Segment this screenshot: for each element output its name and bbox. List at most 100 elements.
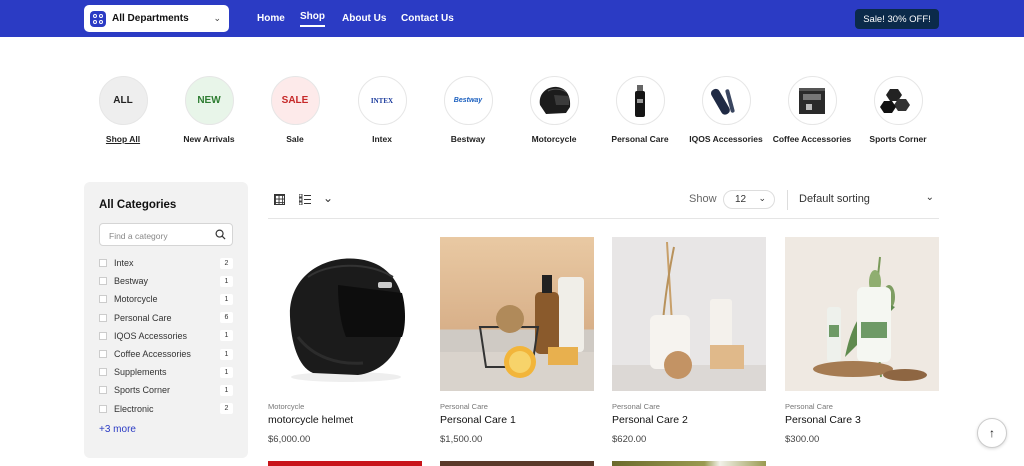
category-label: Coffee Accessories	[772, 134, 852, 144]
category-shop-all[interactable]: ALL Shop All	[78, 76, 168, 145]
category-coffee-accessories[interactable]: Coffee Accessories	[767, 76, 857, 145]
chevron-down-icon: ⌄	[213, 13, 221, 23]
nav-contact-us[interactable]: Contact Us	[401, 13, 454, 24]
chevron-down-icon[interactable]: ⌄	[323, 191, 333, 205]
category-label: New Arrivals	[183, 134, 235, 144]
all-departments-dropdown[interactable]: All Departments ⌄	[84, 5, 229, 32]
list-item[interactable]: Motorcycle 1	[99, 290, 233, 308]
category-name: Motorcycle	[114, 294, 158, 305]
category-name: Personal Care	[114, 312, 172, 323]
sort-select[interactable]: Default sorting ⌄	[799, 192, 939, 205]
category-name: Electronic	[114, 403, 154, 414]
category-new-arrivals[interactable]: NEW New Arrivals	[164, 76, 254, 145]
list-view-icon[interactable]	[299, 194, 311, 205]
count-badge: 1	[220, 293, 233, 305]
list-item[interactable]: Intex 2	[99, 254, 233, 272]
product-image[interactable]	[785, 237, 939, 391]
show-more-categories-link[interactable]: +3 more	[99, 424, 136, 435]
product-category: Personal Care	[612, 402, 660, 411]
checkbox[interactable]	[99, 295, 107, 304]
new-arrivals-circle: NEW	[184, 76, 234, 125]
product-image[interactable]	[440, 237, 594, 391]
list-item[interactable]: Supplements 1	[99, 363, 233, 381]
product-price: $300.00	[785, 434, 820, 445]
category-name: Intex	[114, 258, 134, 269]
category-personal-care[interactable]: Personal Care	[595, 76, 685, 145]
top-navbar: All Departments ⌄ Home Shop About Us Con…	[0, 0, 1024, 37]
search-placeholder: Find a category	[109, 231, 168, 241]
category-sidebar: All Categories Find a category Intex 2 Be…	[84, 182, 248, 458]
product-category: Personal Care	[785, 402, 833, 411]
product-category: Personal Care	[440, 402, 488, 411]
list-item[interactable]: Coffee Accessories 1	[99, 345, 233, 363]
category-sports-corner[interactable]: Sports Corner	[853, 76, 943, 145]
category-motorcycle[interactable]: Motorcycle	[509, 76, 599, 145]
count-badge: 6	[220, 312, 233, 324]
iqos-device-icon	[701, 76, 751, 125]
checkbox[interactable]	[99, 404, 107, 413]
product-image[interactable]	[268, 237, 422, 391]
category-filter-list: Intex 2 Bestway 1 Motorcycle 1 Personal Car…	[99, 254, 233, 418]
dumbbells-icon	[873, 76, 923, 125]
back-to-top-button[interactable]: ↑	[977, 418, 1007, 448]
product-price: $6,000.00	[268, 434, 311, 445]
category-sale[interactable]: SALE Sale	[250, 76, 340, 145]
product-card[interactable]: Motorcycle motorcycle helmet $6,000.00	[268, 237, 422, 445]
chevron-down-icon: ⌄	[758, 193, 766, 203]
product-name[interactable]: Personal Care 3	[785, 414, 939, 426]
category-iqos-accessories[interactable]: IQOS Accessories	[681, 76, 771, 145]
category-bestway[interactable]: Bestway Bestway	[423, 76, 513, 145]
category-label: Bestway	[450, 134, 486, 144]
checkbox[interactable]	[99, 259, 107, 268]
intex-logo: INTEX	[357, 76, 407, 125]
product-image-partial[interactable]	[268, 461, 422, 466]
grid-view-icon[interactable]	[274, 194, 285, 205]
product-price: $1,500.00	[440, 434, 483, 445]
per-page-select[interactable]: 12 ⌄	[723, 190, 775, 209]
sale-promo-button[interactable]: Sale! 30% OFF!	[855, 9, 939, 29]
product-image[interactable]	[612, 237, 766, 391]
sort-value: Default sorting	[799, 193, 870, 205]
nav-home[interactable]: Home	[257, 13, 285, 24]
count-badge: 1	[220, 348, 233, 360]
shop-toolbar: ⌄ Show 12 ⌄ Default sorting ⌄	[268, 187, 939, 219]
list-item[interactable]: Personal Care 6	[99, 309, 233, 327]
product-card[interactable]: Personal Care Personal Care 1 $1,500.00	[440, 237, 594, 445]
count-badge: 2	[220, 403, 233, 415]
category-label: IQOS Accessories	[689, 134, 763, 144]
nav-about-us[interactable]: About Us	[342, 13, 386, 24]
list-item[interactable]: Sports Corner 1	[99, 381, 233, 399]
shop-all-circle: ALL	[98, 76, 148, 125]
chevron-down-icon: ⌄	[925, 192, 934, 203]
count-badge: 1	[220, 275, 233, 287]
category-search-input[interactable]: Find a category	[99, 223, 233, 246]
arrow-up-icon: ↑	[989, 426, 995, 440]
list-item[interactable]: Bestway 1	[99, 272, 233, 290]
checkbox[interactable]	[99, 350, 107, 359]
checkbox[interactable]	[99, 386, 107, 395]
intex-logo-text: INTEX	[370, 96, 394, 105]
product-name[interactable]: Personal Care 2	[612, 414, 766, 426]
show-label: Show	[689, 193, 717, 205]
search-icon[interactable]	[215, 229, 226, 240]
product-card[interactable]: Personal Care Personal Care 2 $620.00	[612, 237, 766, 445]
list-item[interactable]: Electronic 2	[99, 400, 233, 418]
product-image-partial[interactable]	[612, 461, 766, 466]
product-category: Motorcycle	[268, 402, 305, 411]
product-name[interactable]: Personal Care 1	[440, 414, 594, 426]
product-card[interactable]: Personal Care Personal Care 3 $300.00	[785, 237, 939, 445]
product-image-partial[interactable]	[440, 461, 594, 466]
product-name[interactable]: motorcycle helmet	[268, 414, 422, 426]
nav-shop[interactable]: Shop	[300, 11, 325, 27]
bestway-logo-text: Bestway	[453, 97, 483, 104]
helmet-icon	[529, 76, 579, 125]
checkbox[interactable]	[99, 368, 107, 377]
count-badge: 1	[220, 384, 233, 396]
category-intex[interactable]: INTEX Intex	[337, 76, 427, 145]
checkbox[interactable]	[99, 331, 107, 340]
shop-all-circle-text: ALL	[113, 95, 133, 106]
list-item[interactable]: IQOS Accessories 1	[99, 327, 233, 345]
category-label: Sports Corner	[869, 134, 927, 144]
checkbox[interactable]	[99, 313, 107, 322]
checkbox[interactable]	[99, 277, 107, 286]
